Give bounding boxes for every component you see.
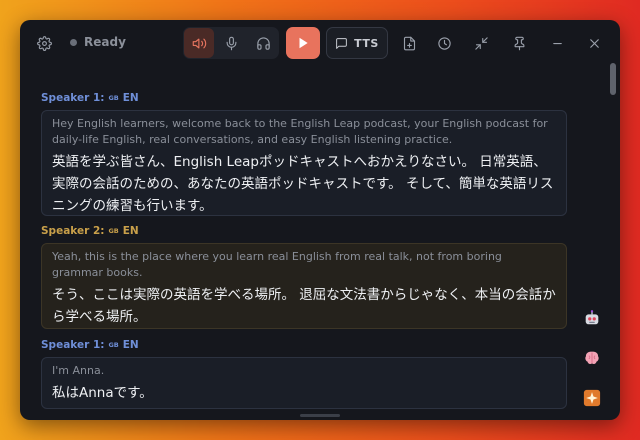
status-indicator: Ready bbox=[70, 35, 126, 49]
english-text: Yeah, this is the place where you learn … bbox=[52, 250, 502, 279]
speaker-name: Speaker 1: bbox=[41, 92, 105, 104]
language-code: EN bbox=[122, 225, 139, 237]
speaker-name: Speaker 2: bbox=[41, 225, 105, 237]
tts-button[interactable]: TTS bbox=[326, 27, 388, 59]
transcript-panel[interactable]: Speaker 1: GB EN Hey English learners, w… bbox=[20, 66, 620, 420]
collapse-button[interactable] bbox=[466, 28, 496, 58]
transcript-entry[interactable]: I'm Anna. 私はAnnaです。 bbox=[41, 357, 567, 409]
headphones-icon bbox=[256, 36, 270, 50]
play-button[interactable] bbox=[286, 27, 320, 59]
minimize-icon bbox=[552, 42, 562, 44]
japanese-translation: 私はAnnaです。 bbox=[52, 385, 153, 401]
microphone-mode-button[interactable] bbox=[216, 28, 246, 58]
language-code: EN bbox=[122, 339, 139, 351]
flag-icon: GB bbox=[108, 94, 119, 102]
transcript-entry[interactable]: Yeah, this is the place where you learn … bbox=[41, 243, 567, 329]
microphone-icon bbox=[226, 36, 236, 50]
flag-icon: GB bbox=[108, 227, 119, 235]
sparkle-icon[interactable] bbox=[583, 389, 601, 407]
speaker-mode-button[interactable] bbox=[184, 28, 214, 58]
history-button[interactable] bbox=[429, 28, 459, 58]
app-window: Ready TTS Speaker 1: GB EN Hey English l… bbox=[20, 20, 620, 420]
speaker-icon bbox=[192, 38, 206, 48]
flag-icon: GB bbox=[108, 341, 119, 349]
english-text: Hey English learners, welcome back to th… bbox=[52, 117, 548, 146]
japanese-translation: そう、ここは実際の英語を学べる場所。 退屈な文法書からじゃなく、本当の会話から学… bbox=[52, 287, 556, 325]
pin-icon bbox=[514, 36, 524, 50]
scrollbar-track[interactable] bbox=[610, 60, 620, 416]
play-icon bbox=[299, 37, 308, 49]
file-plus-icon bbox=[403, 36, 415, 50]
speaker-label: Speaker 2: GB EN bbox=[41, 225, 139, 237]
pin-button[interactable] bbox=[504, 28, 534, 58]
toolbar: Ready TTS bbox=[20, 20, 620, 66]
brain-icon[interactable] bbox=[583, 349, 601, 367]
english-text: I'm Anna. bbox=[52, 364, 105, 377]
speaker-name: Speaker 1: bbox=[41, 339, 105, 351]
japanese-translation: 英語を学ぶ皆さん、English Leapポッドキャストへおかえりなさい。 日常… bbox=[52, 154, 554, 214]
gear-icon bbox=[36, 35, 52, 51]
resize-handle[interactable] bbox=[300, 414, 340, 417]
close-button[interactable] bbox=[579, 28, 609, 58]
audio-mode-group bbox=[183, 27, 279, 59]
speaker-label: Speaker 1: GB EN bbox=[41, 339, 139, 351]
headphones-mode-button[interactable] bbox=[248, 28, 278, 58]
language-code: EN bbox=[122, 92, 139, 104]
transcript-entry[interactable]: Hey English learners, welcome back to th… bbox=[41, 110, 567, 216]
scrollbar-thumb[interactable] bbox=[610, 63, 616, 95]
collapse-icon bbox=[474, 36, 488, 50]
clock-icon bbox=[437, 36, 451, 50]
speaker-label: Speaker 1: GB EN bbox=[41, 92, 139, 104]
new-file-button[interactable] bbox=[394, 28, 424, 58]
close-icon bbox=[589, 38, 599, 48]
robot-icon[interactable] bbox=[583, 309, 601, 327]
settings-button[interactable] bbox=[29, 28, 59, 58]
status-text: Ready bbox=[84, 35, 126, 49]
minimize-button[interactable] bbox=[542, 28, 572, 58]
message-icon bbox=[336, 37, 348, 49]
tts-label: TTS bbox=[354, 36, 379, 50]
status-dot bbox=[70, 38, 77, 46]
